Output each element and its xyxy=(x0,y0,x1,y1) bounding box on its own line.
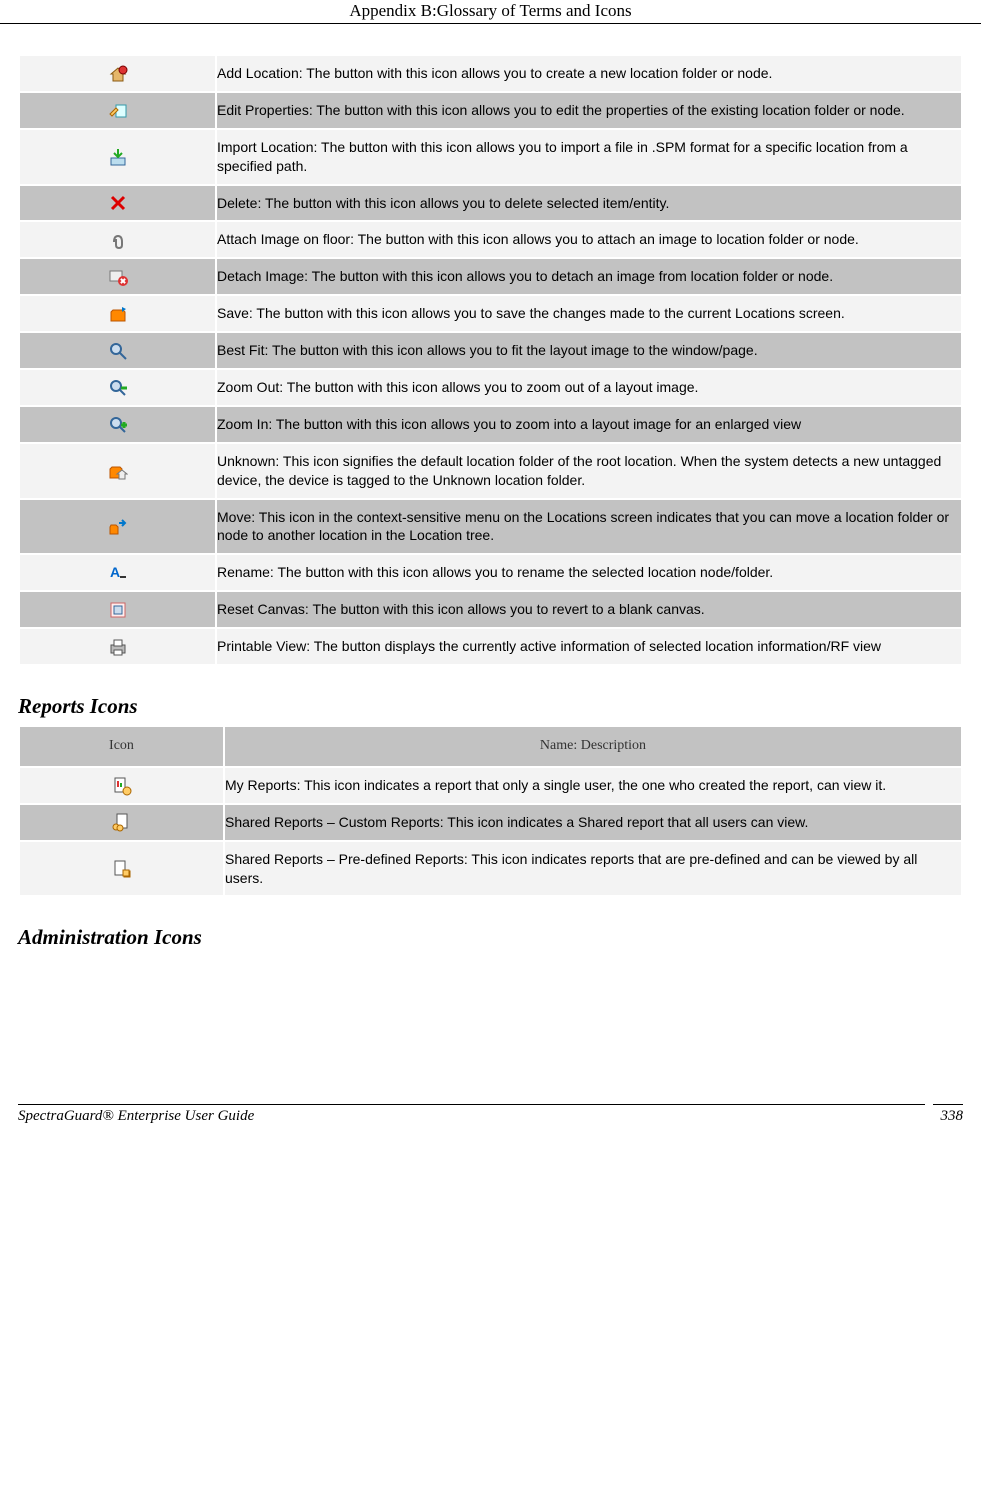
icon-description: Shared Reports – Custom Reports: This ic… xyxy=(224,804,962,841)
administration-icons-heading: Administration Icons xyxy=(18,925,963,950)
detach-image-icon xyxy=(108,267,128,287)
unknown-icon xyxy=(108,461,128,481)
footer-title: SpectraGuard® Enterprise User Guide xyxy=(18,1108,254,1125)
table-row: Best Fit: The button with this icon allo… xyxy=(19,332,962,369)
printable-view-icon xyxy=(108,637,128,657)
table-row: Save: The button with this icon allows y… xyxy=(19,295,962,332)
table-row: Shared Reports – Pre-defined Reports: Th… xyxy=(19,841,962,897)
table-row: Add Location: The button with this icon … xyxy=(19,55,962,92)
page-number: 338 xyxy=(941,1108,964,1125)
icon-description: Rename: The button with this icon allows… xyxy=(216,554,962,591)
icon-description: Reset Canvas: The button with this icon … xyxy=(216,591,962,628)
save-icon xyxy=(108,304,128,324)
svg-text:A: A xyxy=(110,564,120,580)
reports-icons-heading: Reports Icons xyxy=(18,694,963,719)
table-row: Zoom In: The button with this icon allow… xyxy=(19,406,962,443)
location-icons-table: Add Location: The button with this icon … xyxy=(18,54,963,666)
table-row: Reset Canvas: The button with this icon … xyxy=(19,591,962,628)
shared-reports-predef-icon xyxy=(112,859,132,879)
icon-description: Unknown: This icon signifies the default… xyxy=(216,443,962,499)
import-location-icon xyxy=(108,147,128,167)
footer-rule xyxy=(18,1104,925,1105)
table-row: Shared Reports – Custom Reports: This ic… xyxy=(19,804,962,841)
zoom-out-icon xyxy=(108,378,128,398)
table-row: Unknown: This icon signifies the default… xyxy=(19,443,962,499)
move-icon xyxy=(108,517,128,537)
add-location-icon xyxy=(108,64,128,84)
icon-description: Zoom Out: The button with this icon allo… xyxy=(216,369,962,406)
reset-canvas-icon xyxy=(108,600,128,620)
icon-description: Zoom In: The button with this icon allow… xyxy=(216,406,962,443)
zoom-in-icon xyxy=(108,415,128,435)
icon-description: Detach Image: The button with this icon … xyxy=(216,258,962,295)
icon-description: Edit Properties: The button with this ic… xyxy=(216,92,962,129)
table-row: A Rename: The button with this icon allow… xyxy=(19,554,962,591)
table-row: Edit Properties: The button with this ic… xyxy=(19,92,962,129)
shared-reports-custom-icon xyxy=(112,812,132,832)
header-rule xyxy=(0,23,981,24)
reports-icons-table: Icon Name: Description My Reports: This … xyxy=(18,725,963,897)
delete-icon xyxy=(108,193,128,213)
footer-rule xyxy=(933,1104,963,1105)
table-row: Zoom Out: The button with this icon allo… xyxy=(19,369,962,406)
icon-description: Delete: The button with this icon allows… xyxy=(216,185,962,222)
table-row: My Reports: This icon indicates a report… xyxy=(19,767,962,804)
best-fit-icon xyxy=(108,341,128,361)
table-row: Delete: The button with this icon allows… xyxy=(19,185,962,222)
column-header-icon: Icon xyxy=(19,726,224,767)
attach-image-icon xyxy=(108,230,128,250)
column-header-description: Name: Description xyxy=(224,726,962,767)
page-header-title: Appendix B:Glossary of Terms and Icons xyxy=(0,0,981,23)
rename-icon: A xyxy=(108,563,128,583)
icon-description: Add Location: The button with this icon … xyxy=(216,55,962,92)
page-footer: SpectraGuard® Enterprise User Guide 338 xyxy=(18,1100,963,1125)
icon-description: Attach Image on floor: The button with t… xyxy=(216,221,962,258)
icon-description: Shared Reports – Pre-defined Reports: Th… xyxy=(224,841,962,897)
icon-description: My Reports: This icon indicates a report… xyxy=(224,767,962,804)
icon-description: Best Fit: The button with this icon allo… xyxy=(216,332,962,369)
table-row: Printable View: The button displays the … xyxy=(19,628,962,665)
table-header-row: Icon Name: Description xyxy=(19,726,962,767)
table-row: Detach Image: The button with this icon … xyxy=(19,258,962,295)
icon-description: Save: The button with this icon allows y… xyxy=(216,295,962,332)
icon-description: Move: This icon in the context-sensitive… xyxy=(216,499,962,555)
my-reports-icon xyxy=(112,776,132,796)
icon-description: Import Location: The button with this ic… xyxy=(216,129,962,185)
icon-description: Printable View: The button displays the … xyxy=(216,628,962,665)
table-row: Attach Image on floor: The button with t… xyxy=(19,221,962,258)
table-row: Move: This icon in the context-sensitive… xyxy=(19,499,962,555)
table-row: Import Location: The button with this ic… xyxy=(19,129,962,185)
edit-properties-icon xyxy=(108,100,128,120)
